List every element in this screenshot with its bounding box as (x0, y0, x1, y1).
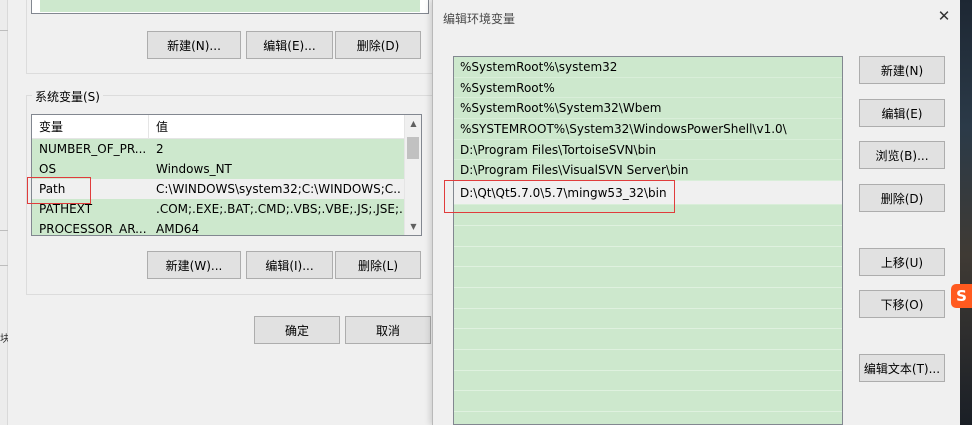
variable-value: C:\WINDOWS\system32;C:\WINDOWS;C... (156, 182, 402, 196)
list-item[interactable]: %SystemRoot%\system32 (454, 57, 842, 78)
path-entries-list[interactable]: %SystemRoot%\system32 %SystemRoot% %Syst… (453, 56, 843, 425)
empty-row (454, 225, 842, 247)
edge-mark (0, 30, 8, 44)
desktop-background (960, 0, 972, 425)
empty-row (454, 287, 842, 309)
edit-button[interactable]: 编辑(E) (859, 99, 945, 127)
variable-value: .COM;.EXE;.BAT;.CMD;.VBS;.VBE;.JS;.JSE;.… (156, 202, 402, 216)
list-item[interactable]: D:\Program Files\VisualSVN Server\bin (454, 160, 842, 182)
system-new-button[interactable]: 新建(W)... (147, 251, 241, 279)
window-title: 编辑环境变量 (443, 12, 516, 26)
variable-name: OS (39, 162, 57, 176)
environment-variables-window: 新建(N)... 编辑(E)... 删除(D) 系统变量(S) 变量 值 NUM… (8, 0, 440, 425)
empty-row (454, 370, 842, 392)
table-row[interactable]: PROCESSOR_AR... AMD64 (32, 219, 405, 236)
scroll-down-arrow-icon[interactable]: ▼ (405, 218, 421, 235)
list-item[interactable]: %SystemRoot% (454, 77, 842, 99)
list-item[interactable]: %SystemRoot%\System32\Wbem (454, 98, 842, 120)
user-variables-list[interactable] (31, 0, 429, 14)
empty-row (454, 246, 842, 268)
empty-row (454, 308, 842, 330)
background-window-edge (0, 0, 8, 425)
move-up-button[interactable]: 上移(U) (859, 248, 945, 276)
list-item[interactable]: D:\Program Files\TortoiseSVN\bin (454, 139, 842, 161)
table-scrollbar[interactable]: ▲ ▼ (404, 115, 421, 235)
variable-name: NUMBER_OF_PR... (39, 142, 147, 156)
user-delete-button[interactable]: 删除(D) (335, 31, 421, 59)
table-header: 变量 值 (32, 115, 405, 139)
browse-button[interactable]: 浏览(B)... (859, 141, 945, 169)
sogou-ime-icon[interactable]: S (951, 284, 972, 308)
system-edit-button[interactable]: 编辑(I)... (246, 251, 333, 279)
table-row[interactable]: OS Windows_NT (32, 159, 405, 179)
user-new-button[interactable]: 新建(N)... (147, 31, 241, 59)
empty-row (454, 412, 842, 424)
move-down-button[interactable]: 下移(O) (859, 290, 945, 318)
user-edit-button[interactable]: 编辑(E)... (246, 31, 333, 59)
ok-button[interactable]: 确定 (254, 316, 340, 344)
close-icon[interactable]: ✕ (933, 6, 955, 26)
system-variables-label: 系统变量(S) (32, 88, 103, 105)
table-row[interactable]: NUMBER_OF_PR... 2 (32, 139, 405, 159)
empty-row (454, 329, 842, 350)
list-item[interactable]: %SYSTEMROOT%\System32\WindowsPowerShell\… (454, 119, 842, 140)
background-text-fragment: 块 (0, 334, 8, 345)
highlight-box-path (27, 177, 91, 204)
scroll-up-arrow-icon[interactable]: ▲ (405, 115, 421, 132)
edge-mark (0, 265, 8, 279)
empty-row (454, 267, 842, 288)
edge-mark (0, 230, 8, 244)
variable-value: AMD64 (156, 222, 200, 236)
variable-value: Windows_NT (156, 162, 232, 176)
cancel-button[interactable]: 取消 (345, 316, 431, 344)
empty-row (454, 349, 842, 371)
system-delete-button[interactable]: 删除(L) (335, 251, 421, 279)
column-header-variable[interactable]: 变量 (32, 115, 149, 139)
new-button[interactable]: 新建(N) (859, 56, 945, 84)
system-variables-table[interactable]: 变量 值 NUMBER_OF_PR... 2 OS Windows_NT Pat… (31, 114, 422, 236)
column-header-value[interactable]: 值 (149, 115, 405, 139)
highlight-box-qt-path (444, 180, 675, 213)
empty-row (454, 391, 842, 412)
scrollbar-thumb[interactable] (407, 137, 419, 159)
edit-text-button[interactable]: 编辑文本(T)... (859, 354, 945, 382)
variable-name: PROCESSOR_AR... (39, 222, 147, 236)
variable-value: 2 (156, 142, 164, 156)
delete-button[interactable]: 删除(D) (859, 184, 945, 212)
